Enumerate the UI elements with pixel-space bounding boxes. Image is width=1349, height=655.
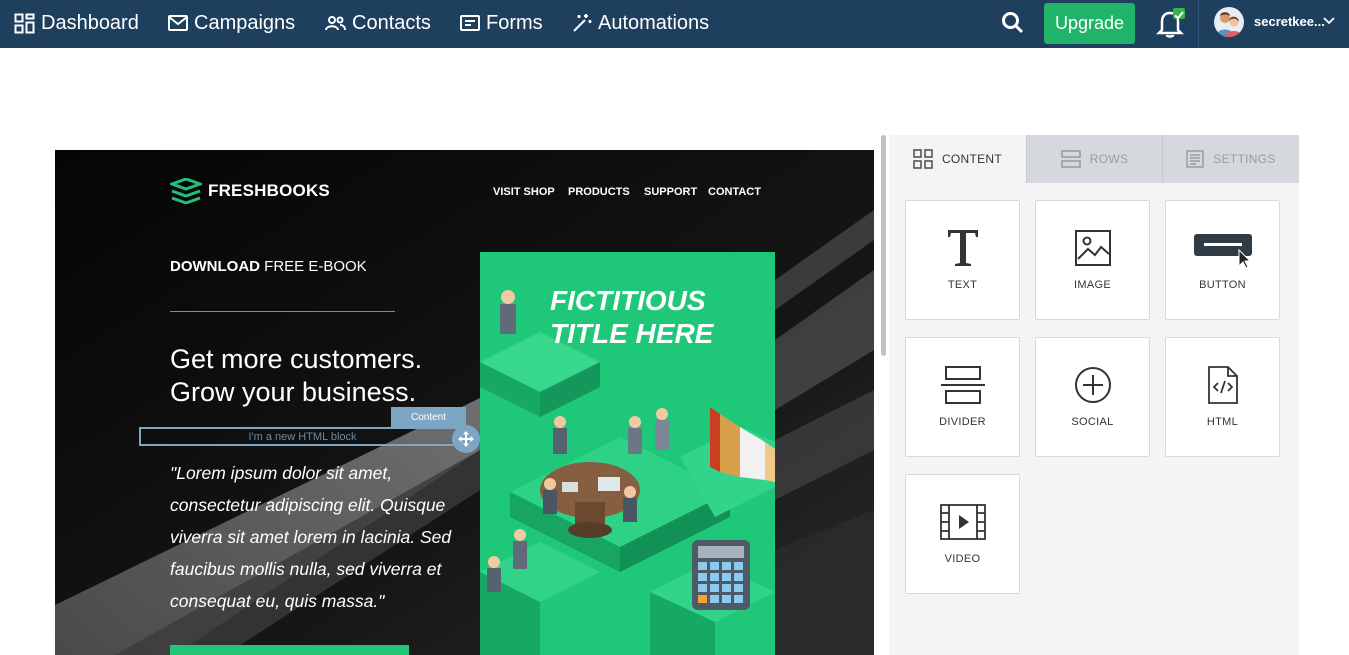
tab-settings[interactable]: SETTINGS [1162,135,1299,183]
block-text-label: TEXT [947,279,978,291]
users-icon [325,16,346,31]
html-file-icon [1207,366,1238,404]
bar-graph [710,407,775,482]
block-html[interactable]: HTML [1165,337,1280,457]
search-icon[interactable] [1000,10,1026,36]
block-divider-label: DIVIDER [939,416,986,428]
tab-rows-label: ROWS [1089,152,1129,166]
image-icon [1074,230,1111,266]
dashboard-icon [14,13,35,33]
headline-line-2: Grow your business. [170,377,417,407]
block-html-label: HTML [1206,416,1239,428]
video-film-icon [939,504,986,540]
user-avatar[interactable] [1214,7,1244,37]
ebook-cover[interactable]: FICTITIOUS TITLE HERE [480,252,775,655]
calculator [692,540,750,610]
email-nav-contact[interactable]: CONTACT [708,186,761,198]
move-handle[interactable] [452,425,480,453]
freshbooks-logo[interactable]: FRESHBOOKS [170,178,330,204]
logo-text: FRESHBOOKS [208,181,330,200]
avatar-people-icon [1216,12,1242,37]
tab-settings-label: SETTINGS [1213,152,1276,166]
html-block-placeholder[interactable]: I'm a new HTML block [139,427,466,446]
quote-text[interactable]: "Lorem ipsum dolor sit amet, consectetur… [170,457,470,617]
rows-icon [1060,150,1081,168]
upgrade-button[interactable]: Upgrade [1044,3,1135,44]
nav-campaigns-label: Campaigns [194,11,296,34]
ebook-heading[interactable]: DOWNLOAD FREE E-BOOK [170,258,367,275]
chevron-down-icon[interactable] [1323,16,1335,26]
block-divider[interactable]: DIVIDER [905,337,1020,457]
block-video[interactable]: VIDEO [905,474,1020,594]
form-icon [460,15,480,31]
nav-contacts-label: Contacts [352,11,431,34]
block-social-label: SOCIAL [1071,416,1114,428]
builder-side-panel: CONTENT ROWS SETTINGS TEXT IMAGE BUTTON … [889,135,1299,655]
tab-content-label: CONTENT [941,152,1003,166]
nav-automations-label: Automations [598,11,710,34]
grid-icon [913,149,933,169]
canvas-scrollbar-thumb[interactable] [881,135,886,356]
nav-campaigns[interactable]: Campaigns [168,0,295,46]
book-title-line-1: FICTITIOUS [550,285,706,316]
social-plus-icon [1074,367,1111,403]
notification-badge [1173,8,1185,20]
nav-dashboard-label: Dashboard [41,11,139,34]
nav-forms-label: Forms [486,11,543,34]
headline-line-1: Get more customers. [170,344,423,374]
block-image-label: IMAGE [1074,279,1111,291]
envelope-icon [168,15,188,31]
download-button[interactable] [170,645,409,655]
user-name[interactable]: secretkee... [1254,14,1325,29]
nav-contacts[interactable]: Contacts [325,0,431,46]
nav-automations[interactable]: Automations [572,0,709,46]
block-button-label: BUTTON [1199,279,1246,291]
stack-logo-icon [170,178,202,204]
book-title-line-2: TITLE HERE [550,318,714,349]
email-nav-products[interactable]: PRODUCTS [568,186,630,198]
divider-icon [940,366,985,404]
settings-list-icon [1186,150,1205,168]
nav-divider [1198,0,1199,48]
email-nav-visit-shop[interactable]: VISIT SHOP [493,186,555,198]
email-template-canvas[interactable]: FRESHBOOKS VISIT SHOP PRODUCTS SUPPORT C… [55,150,874,655]
magic-wand-icon [573,14,592,32]
ebook-heading-bold: DOWNLOAD [170,258,260,275]
email-nav-support[interactable]: SUPPORT [644,186,697,198]
headline[interactable]: Get more customers. Grow your business. [170,343,470,409]
block-image[interactable]: IMAGE [1035,200,1150,320]
block-button[interactable]: BUTTON [1165,200,1280,320]
move-arrows-icon [458,431,474,447]
nav-forms[interactable]: Forms [460,0,543,46]
content-label-tab[interactable]: Content [391,407,466,427]
tab-content[interactable]: CONTENT [889,135,1026,183]
book-title: FICTITIOUS TITLE HERE [480,284,775,350]
text-icon [947,230,978,266]
nav-dashboard[interactable]: Dashboard [14,0,139,46]
tab-rows[interactable]: ROWS [1026,135,1162,183]
block-social[interactable]: SOCIAL [1035,337,1150,457]
checkmark-icon [1174,11,1184,20]
block-text[interactable]: TEXT [905,200,1020,320]
top-navigation-bar: Dashboard Campaigns Contacts Forms Autom… [0,0,1349,48]
divider-line [170,311,395,312]
block-video-label: VIDEO [944,553,981,565]
ebook-heading-rest: FREE E-BOOK [260,258,367,275]
button-icon [1193,234,1252,268]
